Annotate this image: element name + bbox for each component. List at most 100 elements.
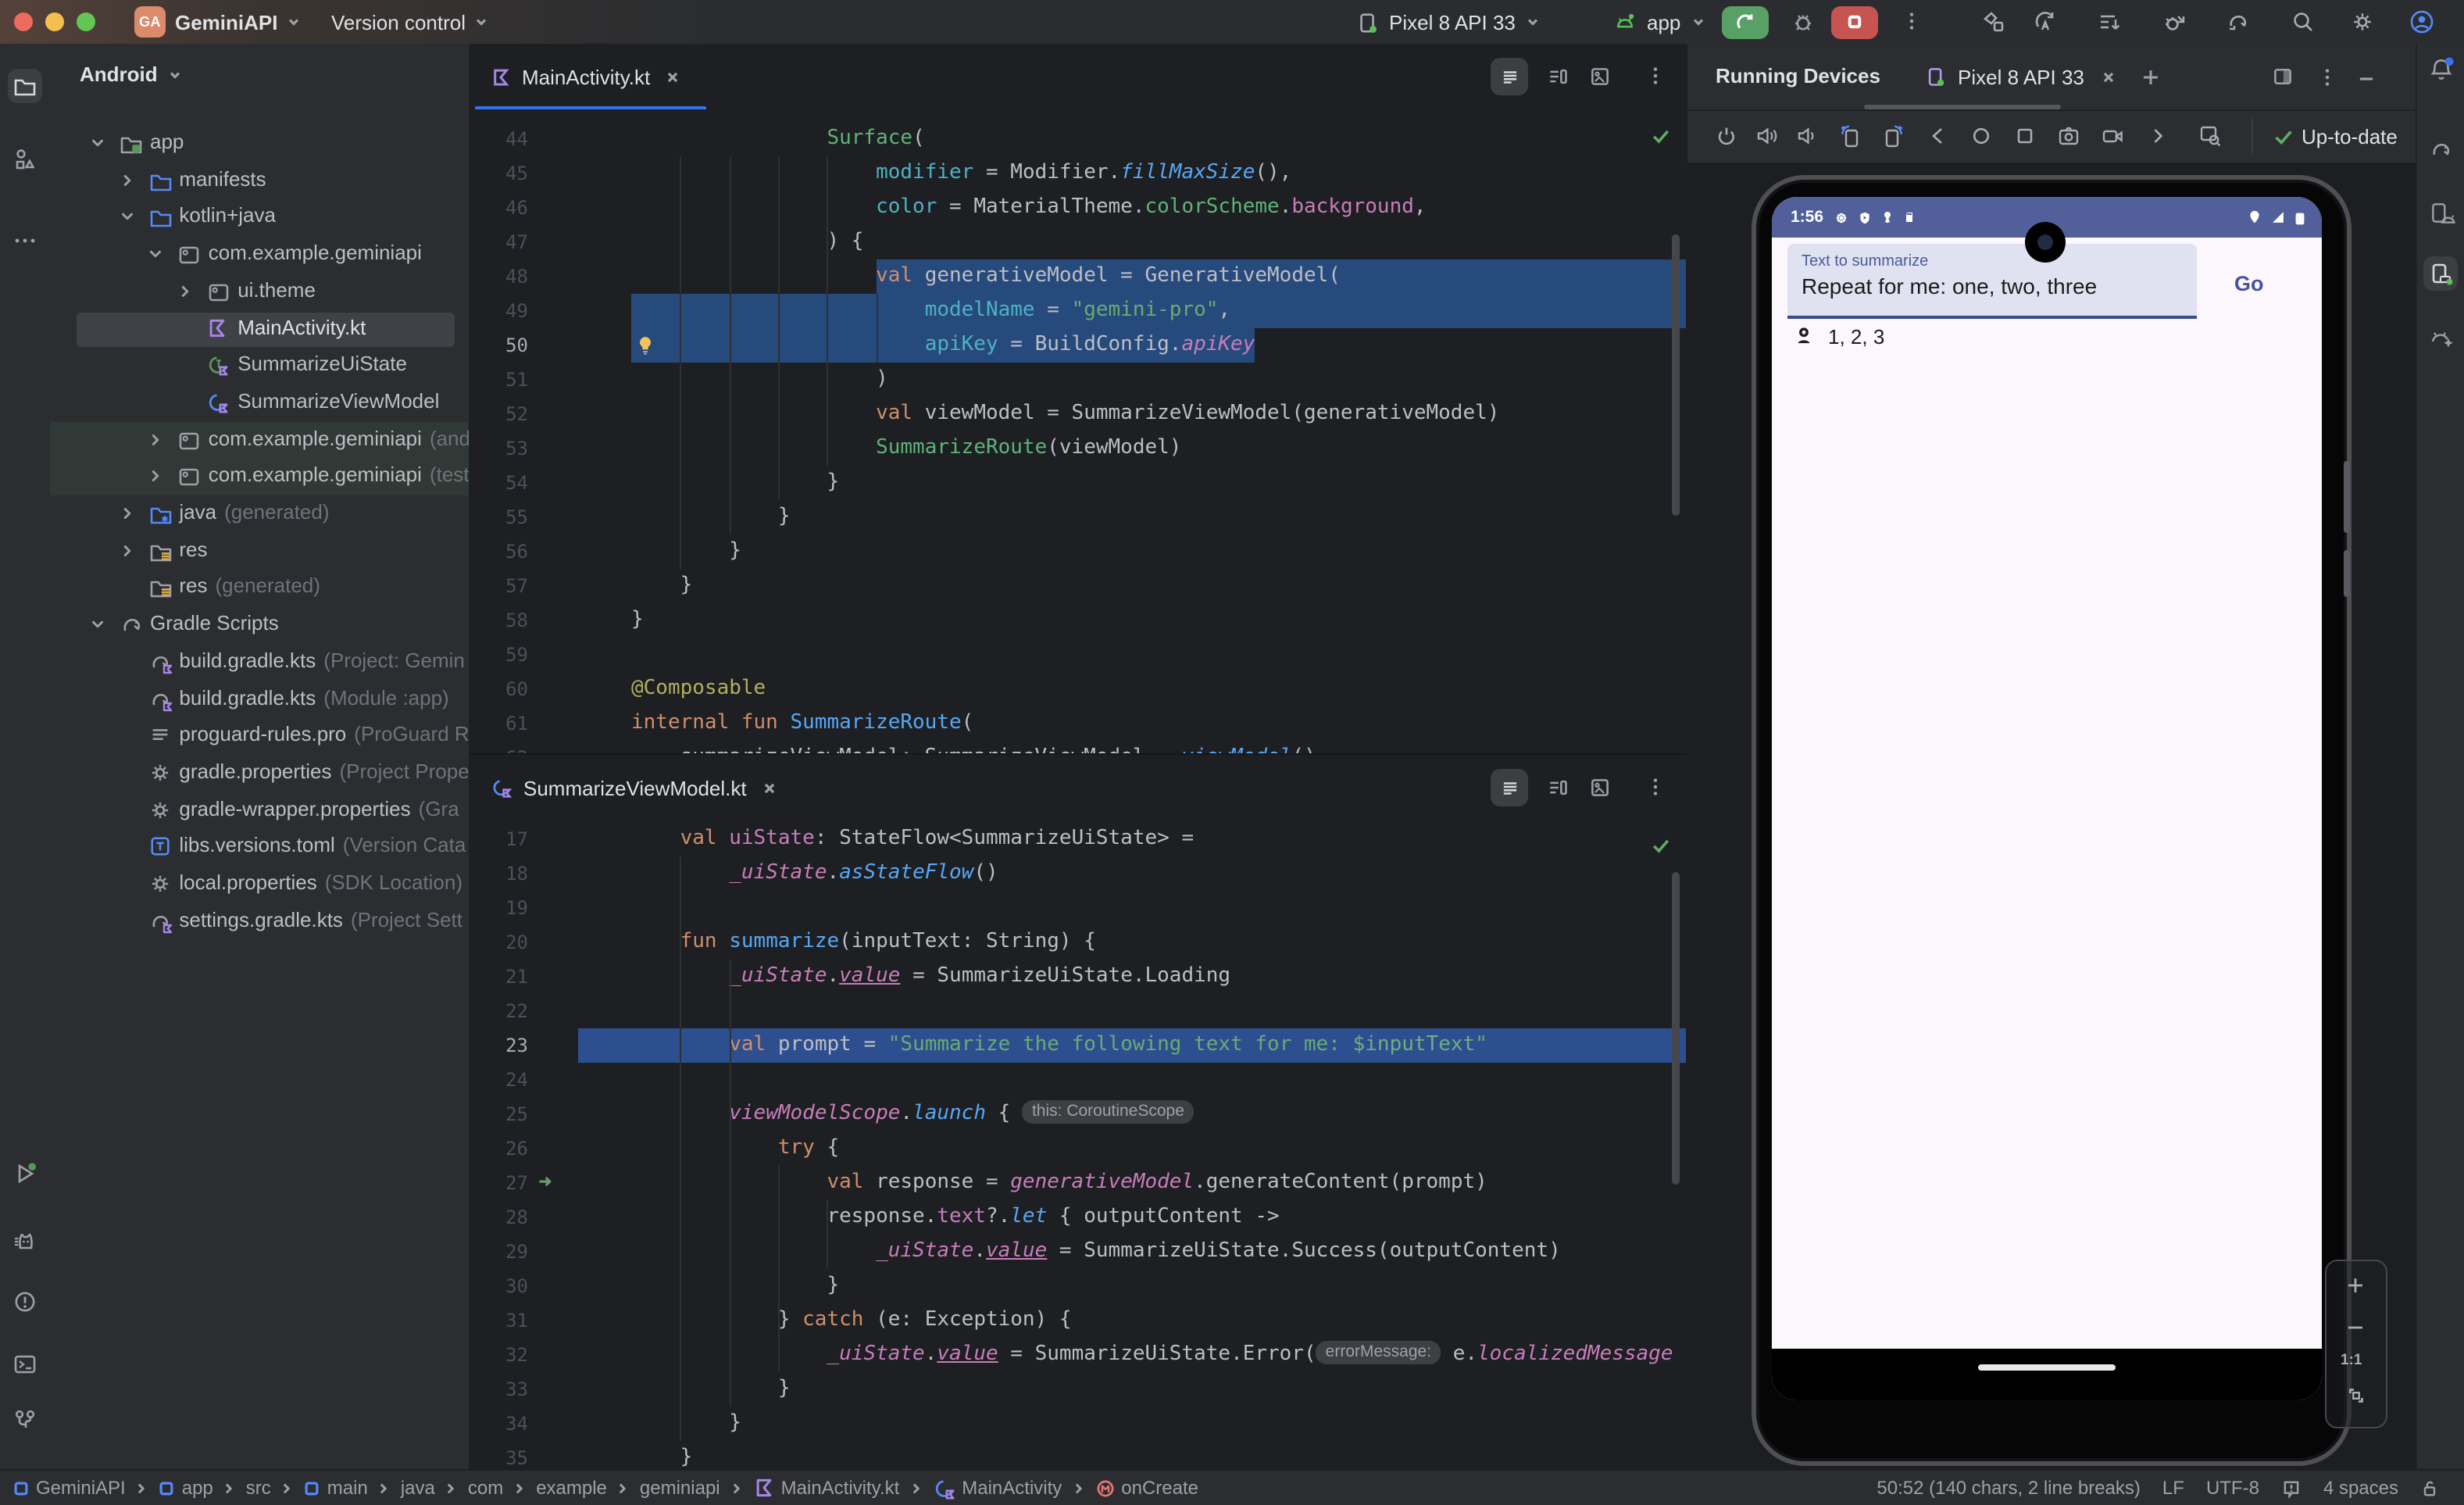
breadcrumb-item[interactable]: geminiapi bbox=[640, 1477, 720, 1499]
caret-position-widget[interactable]: 50:52 (140 chars, 2 line breaks) bbox=[1877, 1477, 2141, 1499]
build-button[interactable] bbox=[1981, 9, 2006, 34]
code-line[interactable]: 30 } bbox=[469, 1269, 1686, 1303]
run-tool-button[interactable] bbox=[12, 1161, 37, 1186]
code-line[interactable]: 61internal fun SummarizeRoute( bbox=[469, 706, 1686, 741]
code-line[interactable]: 20 fun summarize(inputText: String) { bbox=[469, 925, 1686, 960]
code-line[interactable]: 53 SummarizeRoute(viewModel) bbox=[469, 431, 1686, 466]
breadcrumb-item[interactable]: GeminiAPI bbox=[12, 1477, 126, 1499]
zoom-reset-button[interactable]: 1:1 bbox=[2341, 1352, 2362, 1369]
go-button[interactable]: Go bbox=[2234, 272, 2264, 295]
project-selector[interactable]: GeminiAPI bbox=[175, 0, 302, 44]
inspections-ok-icon[interactable] bbox=[1650, 125, 1672, 147]
more-tools-button[interactable] bbox=[12, 228, 37, 253]
tree-item[interactable]: ui.theme bbox=[50, 273, 469, 310]
project-view-selector[interactable]: Android bbox=[80, 63, 183, 86]
chevron-down-icon[interactable] bbox=[89, 616, 106, 633]
resource-manager-tool-button[interactable] bbox=[12, 147, 37, 172]
chevron-right-icon[interactable] bbox=[148, 431, 165, 448]
breadcrumb-item[interactable]: MainActivity bbox=[932, 1476, 1062, 1500]
readonly-lock-icon[interactable] bbox=[2420, 1478, 2439, 1498]
code-line[interactable]: 31 } catch (e: Exception) { bbox=[469, 1303, 1686, 1338]
code-line[interactable]: 44 Surface( bbox=[469, 122, 1686, 156]
editor-view-mode-code[interactable] bbox=[1491, 769, 1528, 806]
code-line[interactable]: 57 } bbox=[469, 569, 1686, 603]
text-input-field[interactable]: Text to summarize Repeat for me: one, tw… bbox=[1787, 244, 2197, 319]
search-everywhere-button[interactable] bbox=[2291, 9, 2316, 34]
zoom-in-icon[interactable] bbox=[2345, 1275, 2366, 1296]
tree-item[interactable]: gradle-wrapper.properties(Gra bbox=[50, 792, 469, 828]
run-config-selector[interactable]: app bbox=[1612, 0, 1705, 44]
editor2-options-menu[interactable] bbox=[1644, 775, 1667, 799]
breadcrumb-item[interactable]: com bbox=[468, 1477, 503, 1499]
run-more-menu[interactable] bbox=[1900, 9, 1923, 33]
code-line[interactable]: 49 modelName = "gemini-pro", bbox=[469, 294, 1686, 328]
code-line[interactable]: 25 viewModelScope.launch { this: Corouti… bbox=[469, 1097, 1686, 1131]
inspections-widget-icon[interactable] bbox=[2281, 1478, 2302, 1498]
code-line[interactable]: 29 _uiState.value = SummarizeUiState.Suc… bbox=[469, 1235, 1686, 1269]
account-button[interactable] bbox=[2408, 8, 2436, 36]
tree-item[interactable]: com.example.geminiapi(and bbox=[50, 421, 469, 458]
code-line[interactable]: 32 _uiState.value = SummarizeUiState.Err… bbox=[469, 1338, 1686, 1372]
volume-up-icon[interactable] bbox=[1755, 123, 1780, 148]
vcs-menu[interactable]: Version control bbox=[331, 0, 489, 44]
rotate-left-icon[interactable] bbox=[1837, 123, 1862, 148]
indent-widget[interactable]: 4 spaces bbox=[2323, 1477, 2398, 1499]
code-line[interactable]: 46 color = MaterialTheme.colorScheme.bac… bbox=[469, 191, 1686, 225]
code-line[interactable]: 26 try { bbox=[469, 1131, 1686, 1166]
tab-summarizeviewmodel[interactable]: SummarizeViewModel.kt bbox=[491, 755, 777, 820]
code-line[interactable]: 27 val response = generativeModel.genera… bbox=[469, 1166, 1686, 1200]
code-line[interactable]: 18 _uiState.asStateFlow() bbox=[469, 856, 1686, 891]
code-line[interactable]: 52 val viewModel = SummarizeViewModel(ge… bbox=[469, 397, 1686, 431]
code-line[interactable]: 35 } bbox=[469, 1441, 1686, 1472]
debug-button[interactable] bbox=[1791, 9, 1816, 34]
chevron-down-icon[interactable] bbox=[89, 134, 106, 152]
code-line[interactable]: 24 bbox=[469, 1063, 1686, 1097]
editor-view-mode-design[interactable] bbox=[1589, 777, 1611, 799]
editor-view-mode-split[interactable] bbox=[1547, 777, 1569, 799]
code-line[interactable]: 59 bbox=[469, 638, 1686, 672]
editor1-options-menu[interactable] bbox=[1644, 64, 1667, 88]
notifications-button[interactable] bbox=[2428, 56, 2455, 83]
zoom-out-icon[interactable] bbox=[2345, 1317, 2366, 1338]
tree-item[interactable]: Gradle Scripts bbox=[50, 606, 469, 643]
tree-item[interactable]: kotlin+java bbox=[50, 199, 469, 236]
inspections-ok-icon[interactable] bbox=[1650, 835, 1672, 856]
tree-item[interactable]: build.gradle.kts(Module :app) bbox=[50, 681, 469, 717]
rerun-button[interactable] bbox=[1722, 5, 1769, 38]
device-selector[interactable]: Pixel 8 API 33 bbox=[1356, 0, 1541, 44]
chevron-right-icon[interactable] bbox=[148, 468, 165, 485]
nav-handle[interactable] bbox=[1978, 1364, 2116, 1371]
device-manager-button[interactable] bbox=[2428, 200, 2455, 227]
tree-item[interactable]: com.example.geminiapi(test bbox=[50, 459, 469, 495]
project-tool-button[interactable] bbox=[8, 69, 42, 103]
code-line[interactable]: 50 apiKey = BuildConfig.apiKey bbox=[469, 328, 1686, 363]
close-icon[interactable] bbox=[762, 781, 777, 795]
encoding-widget[interactable]: UTF-8 bbox=[2206, 1477, 2259, 1499]
sync-gradle-button[interactable] bbox=[2225, 9, 2252, 34]
tree-item[interactable]: proguard-rules.pro(ProGuard R bbox=[50, 717, 469, 754]
code-line[interactable]: 34 } bbox=[469, 1407, 1686, 1441]
maximize-window-button[interactable] bbox=[77, 13, 95, 31]
chevron-down-icon[interactable] bbox=[148, 245, 165, 263]
home-icon[interactable] bbox=[1969, 123, 1994, 148]
code-line[interactable]: 54 } bbox=[469, 466, 1686, 500]
chevron-right-icon[interactable] bbox=[118, 171, 135, 188]
breadcrumb-item[interactable]: example bbox=[536, 1477, 607, 1499]
editor2-scrollbar[interactable] bbox=[1672, 872, 1680, 1185]
close-window-button[interactable] bbox=[14, 13, 33, 31]
stop-button[interactable] bbox=[1831, 5, 1878, 38]
minimize-window-button[interactable] bbox=[45, 13, 64, 31]
breadcrumb-item[interactable]: MainActivity.kt bbox=[753, 1477, 900, 1499]
screenshot-camera-icon[interactable] bbox=[2056, 123, 2081, 148]
minimize-panel-icon[interactable] bbox=[2356, 69, 2377, 89]
tree-item[interactable]: MainActivity.kt bbox=[50, 310, 469, 347]
chevron-down-icon[interactable] bbox=[118, 209, 135, 226]
code-line[interactable]: 22 bbox=[469, 994, 1686, 1028]
code-line[interactable]: 23 val prompt = "Summarize the following… bbox=[469, 1028, 1686, 1063]
editor1-code[interactable]: 44 Surface(45 modifier = Modifier.fillMa… bbox=[469, 109, 1686, 766]
line-separator-widget[interactable]: LF bbox=[2162, 1477, 2184, 1499]
more-actions-chevron-icon[interactable] bbox=[2147, 125, 2169, 147]
chevron-right-icon[interactable] bbox=[177, 283, 194, 300]
code-line[interactable]: 51 ) bbox=[469, 363, 1686, 397]
device-mirror-icon[interactable] bbox=[2197, 123, 2223, 148]
